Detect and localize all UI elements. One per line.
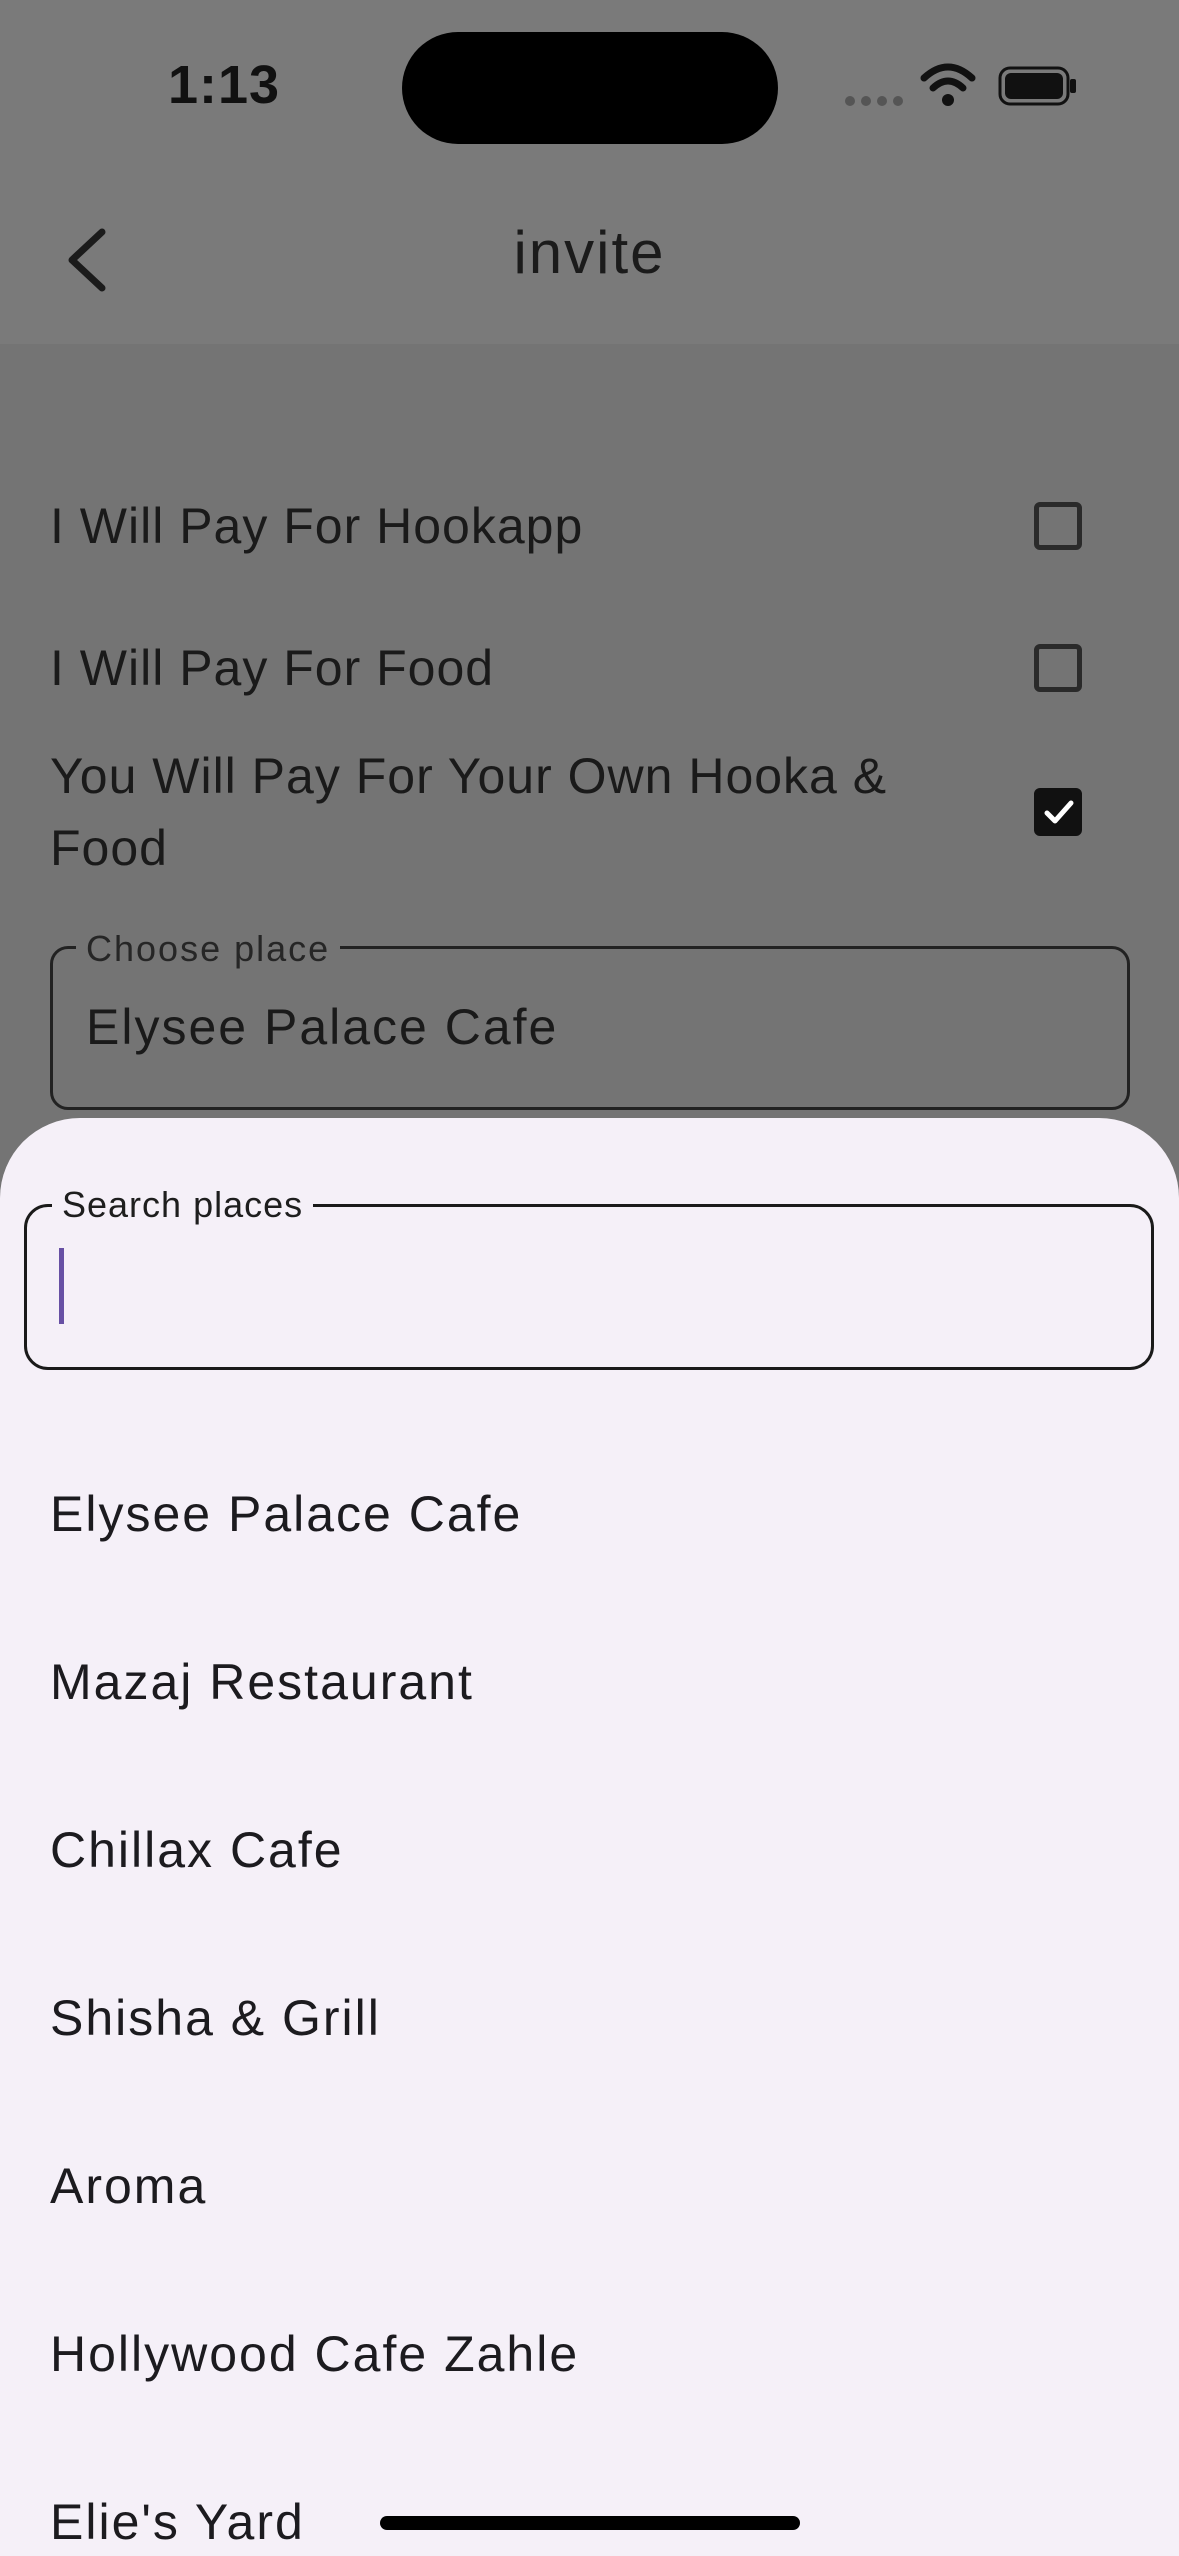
choose-place-value: Elysee Palace Cafe — [86, 999, 559, 1055]
page-title: invite — [513, 219, 666, 286]
search-places-input[interactable] — [56, 1248, 1120, 1330]
places-bottom-sheet: Search places Elysee Palace Cafe Mazaj R… — [0, 1118, 1179, 2556]
place-list-item[interactable]: Elysee Palace Cafe — [0, 1430, 1179, 1598]
wifi-icon — [920, 63, 976, 106]
check-icon — [1044, 800, 1074, 824]
choose-place-label: Choose place — [76, 928, 341, 970]
place-list-item[interactable]: Hollywood Cafe Zahle — [0, 2270, 1179, 2438]
place-name: Mazaj Restaurant — [50, 1654, 474, 1710]
place-list-item[interactable]: Chillax Cafe — [0, 1766, 1179, 1934]
battery-icon — [998, 66, 1076, 106]
status-time: 1:13 — [168, 55, 281, 115]
place-list-item[interactable]: Elie's Yard — [0, 2438, 1179, 2556]
dynamic-island — [402, 32, 778, 144]
checkbox-pay-food[interactable] — [1034, 644, 1082, 692]
option-label-pay-hookah: I Will Pay For Hookapp — [50, 498, 584, 554]
place-name: Hollywood Cafe Zahle — [50, 2326, 580, 2382]
search-places-label: Search places — [52, 1184, 314, 1226]
option-label-pay-own: You Will Pay For Your Own Hooka & Food — [50, 748, 888, 876]
checkbox-pay-own[interactable] — [1034, 788, 1082, 836]
place-list-item[interactable]: Mazaj Restaurant — [0, 1598, 1179, 1766]
place-name: Elysee Palace Cafe — [50, 1486, 523, 1542]
place-list-item[interactable]: Shisha & Grill — [0, 1934, 1179, 2102]
signal-dots-icon — [845, 96, 905, 106]
place-name: Aroma — [50, 2158, 208, 2214]
place-name: Chillax Cafe — [50, 1822, 344, 1878]
place-name: Elie's Yard — [50, 2494, 305, 2550]
home-indicator — [380, 2516, 800, 2530]
place-name: Shisha & Grill — [50, 1990, 381, 2046]
option-label-pay-food: I Will Pay For Food — [50, 640, 495, 696]
checkbox-pay-hookah[interactable] — [1034, 502, 1082, 550]
text-cursor — [59, 1248, 64, 1324]
place-list-item[interactable]: Aroma — [0, 2102, 1179, 2270]
